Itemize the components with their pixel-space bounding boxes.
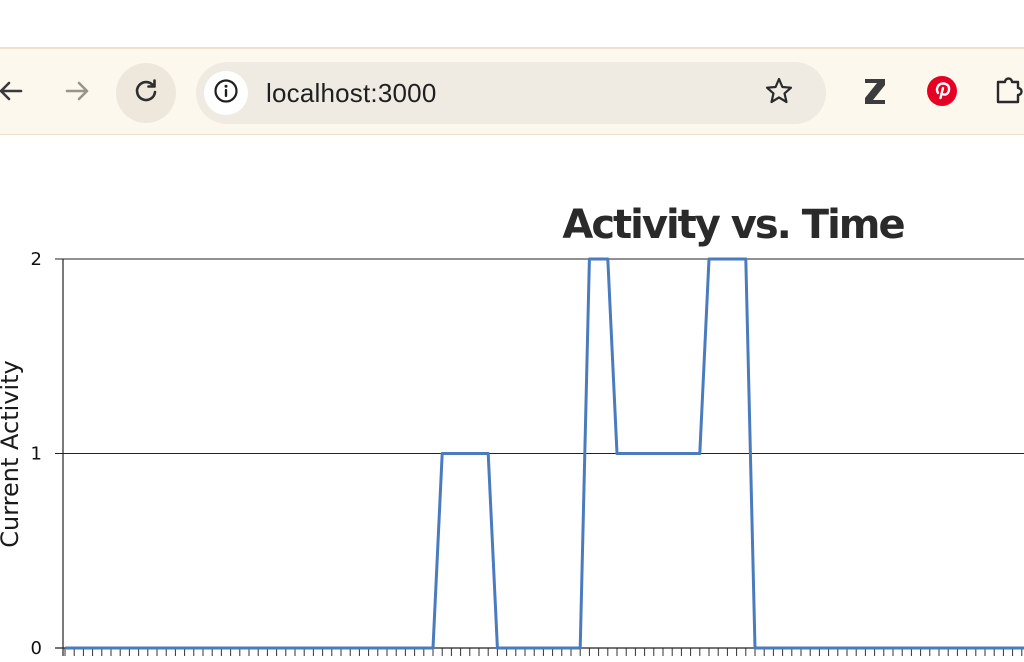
chart-title: Activity vs. Time (562, 202, 904, 248)
grid-lines (55, 258, 1024, 454)
y-axis-ticks: 0 1 2 (31, 249, 42, 659)
forward-button[interactable] (48, 63, 108, 123)
site-info-icon (213, 78, 239, 109)
extensions-puzzle-icon (994, 75, 1024, 112)
url-text[interactable]: localhost:3000 (266, 78, 436, 109)
reload-icon (132, 77, 160, 110)
back-button[interactable] (0, 63, 40, 123)
z-extension-icon (861, 76, 889, 111)
browser-toolbar: localhost:3000 (0, 47, 1024, 135)
extensions-button[interactable] (992, 75, 1024, 111)
z-extension-button[interactable] (857, 75, 893, 111)
pinterest-extension-button[interactable] (924, 75, 960, 111)
address-bar[interactable]: localhost:3000 (196, 62, 826, 124)
reload-button[interactable] (116, 63, 176, 123)
top-blank-area (0, 0, 1024, 47)
pinterest-icon (926, 75, 958, 112)
bookmark-star-icon (764, 76, 794, 111)
site-info-button[interactable] (204, 71, 248, 115)
line-chart: Activity vs. Time Current Activity 0 1 2 (0, 202, 1024, 659)
y-tick-label: 2 (31, 249, 42, 270)
y-tick-label: 1 (31, 444, 42, 465)
bookmark-button[interactable] (762, 76, 796, 110)
back-arrow-icon (0, 76, 25, 111)
forward-arrow-icon (63, 76, 93, 111)
y-axis-label: Current Activity (0, 360, 24, 548)
page-content: Activity vs. Time Current Activity 0 1 2 (0, 136, 1024, 662)
y-tick-label: 0 (31, 638, 42, 659)
